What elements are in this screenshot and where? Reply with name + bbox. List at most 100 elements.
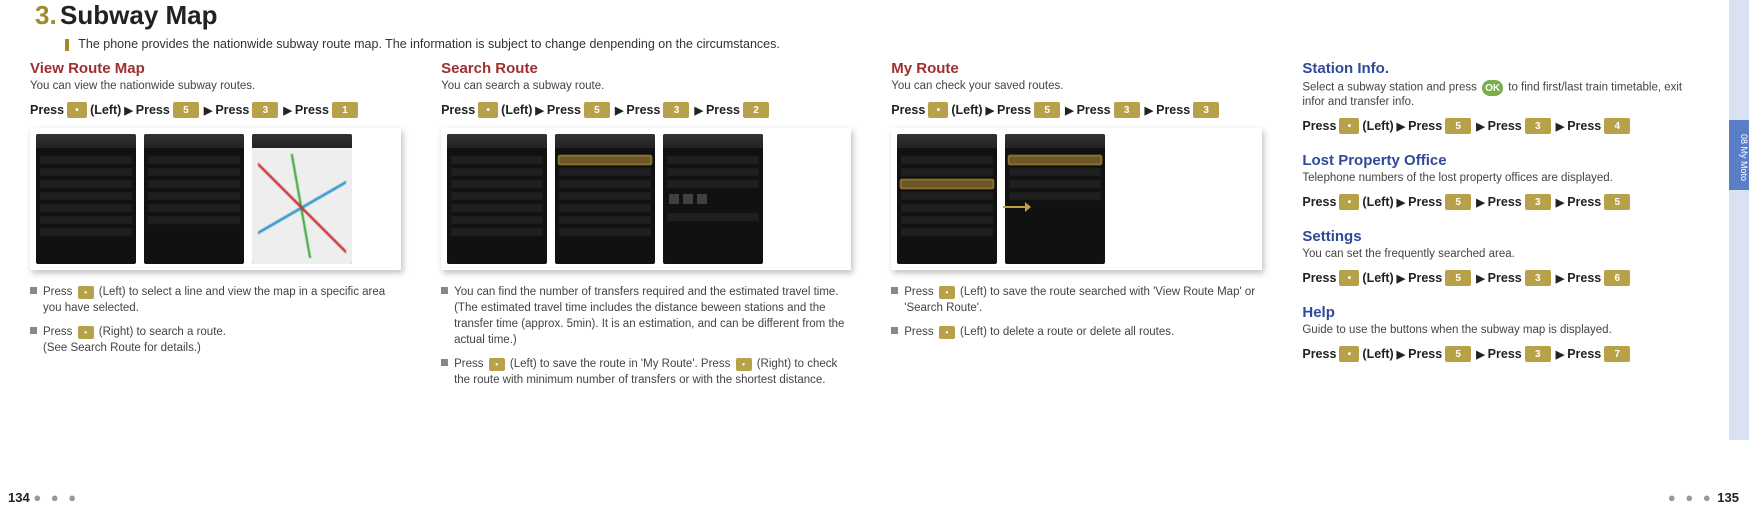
page-number-left: 134 ● ● ● <box>8 490 79 505</box>
arrow-icon: ▶ <box>1476 348 1484 361</box>
page-header: 3. Subway Map The phone provides the nat… <box>35 0 780 51</box>
key-5-icon: 5 <box>1445 118 1471 134</box>
section-subtitle: You can check your saved routes. <box>891 80 1262 92</box>
group-station-info: Station Info. Select a subway station an… <box>1302 60 1693 134</box>
press-label: Press <box>441 103 475 117</box>
key-5-icon: 5 <box>1445 270 1471 286</box>
left-label: (Left) <box>90 103 121 117</box>
press-label: Press <box>1567 119 1601 133</box>
arrow-icon: ▶ <box>1397 120 1405 133</box>
arrow-icon: ▶ <box>1556 348 1564 361</box>
phone-screenshot-map <box>252 134 352 264</box>
press-label: Press <box>1408 271 1442 285</box>
note-item: You can find the number of transfers req… <box>441 284 851 348</box>
section-subtitle: You can search a subway route. <box>441 80 851 92</box>
group-help: Help Guide to use the buttons when the s… <box>1302 304 1693 362</box>
group-settings: Settings You can set the frequently sear… <box>1302 228 1693 286</box>
key-1-icon: 1 <box>332 102 358 118</box>
section-title: Search Route <box>441 60 851 77</box>
section-title: Station Info. <box>1302 60 1693 77</box>
arrow-icon: ▶ <box>1065 104 1073 117</box>
page-intro: The phone provides the nationwide subway… <box>65 37 780 51</box>
chapter-tab: 08 My Moto <box>1729 120 1749 190</box>
press-label: Press <box>1408 119 1442 133</box>
softkey-icon: • <box>78 326 94 339</box>
key-6-icon: 6 <box>1604 270 1630 286</box>
press-label: Press <box>30 103 64 117</box>
press-label: Press <box>1077 103 1111 117</box>
press-sequence: Press • (Left) ▶ Press 5 ▶ Press 3 ▶ Pre… <box>1302 270 1693 286</box>
key-3-icon: 3 <box>663 102 689 118</box>
softkey-icon: • <box>67 102 87 118</box>
key-5-icon: 5 <box>173 102 199 118</box>
note-item: Press • (Left) to select a line and view… <box>30 284 401 316</box>
bullet-icon <box>30 287 37 294</box>
left-label: (Left) <box>501 103 532 117</box>
press-label: Press <box>1567 347 1601 361</box>
intro-bar-icon <box>65 39 69 51</box>
section-subtitle: You can view the nationwide subway route… <box>30 80 401 92</box>
arrow-icon: ▶ <box>1556 196 1564 209</box>
press-label: Press <box>1488 271 1522 285</box>
section-subtitle: Select a subway station and press OK to … <box>1302 80 1693 108</box>
arrow-icon: ▶ <box>124 104 132 117</box>
left-label: (Left) <box>1362 119 1393 133</box>
press-label: Press <box>1302 119 1336 133</box>
softkey-icon: • <box>1339 346 1359 362</box>
arrow-icon: ▶ <box>1397 196 1405 209</box>
note-item: Press • (Left) to delete a route or dele… <box>891 324 1262 340</box>
note-text: You can find the number of transfers req… <box>454 284 851 348</box>
softkey-icon: • <box>478 102 498 118</box>
arrow-icon: ▶ <box>1145 104 1153 117</box>
press-label: Press <box>1488 347 1522 361</box>
col-right: Station Info. Select a subway station an… <box>1302 60 1719 509</box>
press-label: Press <box>1302 271 1336 285</box>
col-view-route-map: View Route Map You can view the nationwi… <box>30 60 401 509</box>
arrow-icon: ▶ <box>1556 120 1564 133</box>
phone-screenshot <box>36 134 136 264</box>
phone-screenshot <box>1005 134 1105 264</box>
arrow-icon: ▶ <box>1476 196 1484 209</box>
key-3-icon: 3 <box>1114 102 1140 118</box>
key-5-icon: 5 <box>584 102 610 118</box>
key-3-icon: 3 <box>1525 118 1551 134</box>
page-number: 135 <box>1717 490 1739 505</box>
key-3-icon: 3 <box>1525 194 1551 210</box>
intro-text: The phone provides the nationwide subway… <box>78 37 780 51</box>
section-subtitle: You can set the frequently searched area… <box>1302 248 1693 260</box>
press-sequence: Press • (Left) ▶ Press 5 ▶ Press 3 ▶ Pre… <box>1302 194 1693 210</box>
key-5-icon: 5 <box>1604 194 1630 210</box>
page-title: Subway Map <box>60 0 217 30</box>
phone-screenshot <box>897 134 997 264</box>
ok-key-icon: OK <box>1482 80 1503 96</box>
arrow-icon: ▶ <box>1476 272 1484 285</box>
press-label: Press <box>1156 103 1190 117</box>
press-label: Press <box>1302 195 1336 209</box>
key-3-icon: 3 <box>1525 346 1551 362</box>
page-number-right: ● ● ● 135 <box>1668 490 1739 505</box>
phone-screenshot <box>447 134 547 264</box>
press-label: Press <box>997 103 1031 117</box>
press-label: Press <box>136 103 170 117</box>
screenshot-group <box>441 128 851 270</box>
press-label: Press <box>1408 195 1442 209</box>
bullet-icon <box>441 287 448 294</box>
press-label: Press <box>547 103 581 117</box>
press-label: Press <box>295 103 329 117</box>
bullet-icon <box>30 327 37 334</box>
left-label: (Left) <box>1362 347 1393 361</box>
press-label: Press <box>1488 195 1522 209</box>
press-sequence: Press • (Left) ▶ Press 5 ▶ Press 3 ▶ Pre… <box>1302 118 1693 134</box>
softkey-icon: • <box>1339 194 1359 210</box>
phone-screenshot <box>144 134 244 264</box>
key-3-icon: 3 <box>1193 102 1219 118</box>
press-label: Press <box>215 103 249 117</box>
arrow-icon: ▶ <box>535 104 543 117</box>
left-label: (Left) <box>1362 195 1393 209</box>
arrow-icon: ▶ <box>204 104 212 117</box>
screenshot-group <box>30 128 401 270</box>
softkey-icon: • <box>939 286 955 299</box>
arrow-icon: ▶ <box>694 104 702 117</box>
key-5-icon: 5 <box>1445 346 1471 362</box>
section-title: Help <box>1302 304 1693 321</box>
